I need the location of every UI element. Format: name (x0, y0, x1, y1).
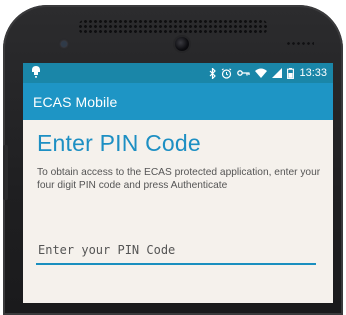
page-title: Enter PIN Code (37, 130, 201, 156)
proximity-sensor (61, 41, 67, 47)
earpiece-speaker (78, 19, 268, 35)
pin-field-container (36, 241, 318, 265)
bluetooth-icon (209, 67, 217, 79)
phone-screen: 13:33 ECAS Mobile Enter PIN Code To obta… (23, 63, 333, 303)
pin-input[interactable] (36, 243, 318, 257)
app-title: ECAS Mobile (33, 93, 118, 110)
status-time: 13:33 (299, 67, 327, 79)
notification-icon (31, 65, 41, 81)
main-content: Enter PIN Code To obtain access to the E… (23, 120, 333, 192)
front-camera (175, 37, 189, 51)
side-button (3, 145, 8, 200)
app-bar: ECAS Mobile (23, 83, 333, 120)
battery-icon (287, 67, 295, 79)
cellular-signal-icon (272, 68, 283, 78)
status-bar: 13:33 (23, 63, 333, 83)
speaker-grille-dots (286, 41, 314, 47)
vpn-key-icon (237, 69, 251, 77)
alarm-icon (221, 67, 232, 79)
wifi-icon (255, 68, 268, 78)
instructions-text: To obtain access to the ECAS protected a… (37, 167, 321, 191)
